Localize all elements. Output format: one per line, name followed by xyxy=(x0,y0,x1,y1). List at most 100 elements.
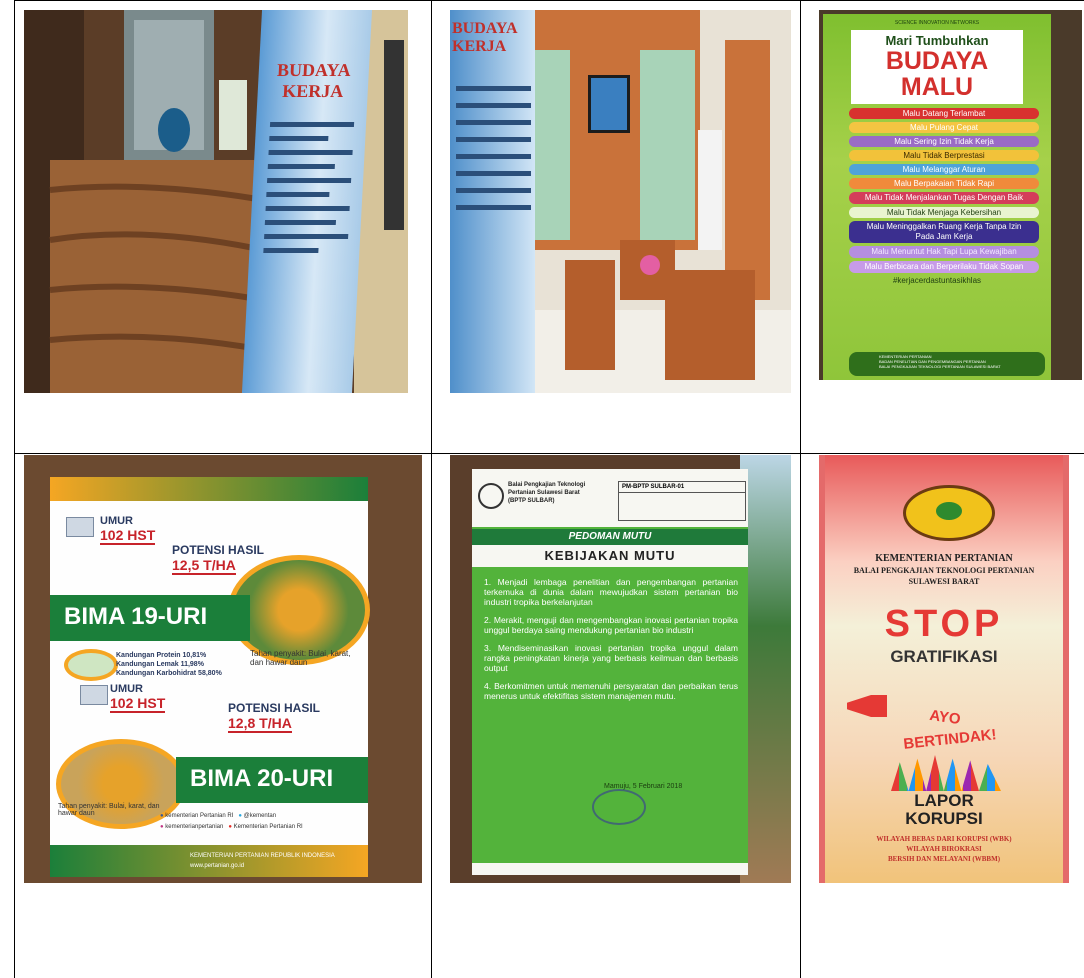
banner-footer: KEMENTERIAN PERTANIAN BADAN PENELITIAN D… xyxy=(849,352,1045,376)
banner-title-budaya: BUDAYA xyxy=(885,47,989,75)
stamp-seal xyxy=(592,789,646,825)
org-line2: BALAI PENGKAJIAN TEKNOLOGI PERTANIAN xyxy=(853,566,1035,575)
malu-item: Malu Datang Terlambat xyxy=(849,108,1039,119)
kandungan-icon xyxy=(64,649,118,681)
grid-line-col1 xyxy=(431,0,432,978)
mutu-point: 2. Merakit, menguji dan mengembangkan in… xyxy=(484,615,738,635)
ministry-logo xyxy=(903,485,995,541)
variety-band-2: BIMA 20-URI xyxy=(176,757,368,803)
budaya-kerja-banner-1: BUDAYA KERJA xyxy=(241,10,373,393)
org-line1: KEMENTERIAN PERTANIAN xyxy=(875,553,1013,564)
umur-icon xyxy=(66,517,94,537)
banner-title-line1: BUDAYA xyxy=(452,20,518,37)
umur-value-2: 102 HST xyxy=(110,695,166,713)
mutu-point: 1. Menjadi lembaga penelitian dan pengem… xyxy=(484,577,738,607)
budaya-kerja-banner-2: BUDAYA KERJA xyxy=(450,10,535,393)
org-line3: SULAWESI BARAT xyxy=(908,577,980,586)
mutu-points: 1. Menjadi lembaga penelitian dan pengem… xyxy=(484,577,738,701)
logo-circle xyxy=(478,483,504,509)
banner-text-lines xyxy=(456,86,531,210)
mutu-banner: Balai Pengkajian Teknologi Pertanian Sul… xyxy=(472,469,748,875)
malu-item: Malu Tidak Menjalankan Tugas Dengan Baik xyxy=(849,192,1039,204)
malu-item: Malu Pulang Cepat xyxy=(849,122,1039,133)
photo-bima-corn: UMUR 102 HST POTENSI HASIL 12,5 T/HA BIM… xyxy=(24,455,422,883)
footer-line3: BALAI PENGKAJIAN TEKNOLOGI PERTANIAN SUL… xyxy=(879,364,1001,369)
malu-items-list: Malu Datang Terlambat Malu Pulang Cepat … xyxy=(849,108,1039,273)
grid-line-middle xyxy=(14,453,1084,454)
budaya-malu-banner: SCIENCE INNOVATION NETWORKS Mari Tumbuhk… xyxy=(823,14,1051,380)
grid-line-left xyxy=(14,0,15,978)
umur-label-2: UMUR xyxy=(110,683,143,695)
gratifikasi-banner: KEMENTERIAN PERTANIAN BALAI PENGKAJIAN T… xyxy=(825,455,1063,883)
mutu-title: KEBIJAKAN MUTU xyxy=(472,545,748,567)
mutu-header-white: Balai Pengkajian Teknologi Pertanian Sul… xyxy=(472,469,748,527)
potensi-value-1: 12,5 T/HA xyxy=(172,557,236,575)
malu-item: Malu Melanggar Aturan xyxy=(849,164,1039,175)
logo-leaf-icon xyxy=(936,502,962,520)
malu-item: Malu Tidak Berprestasi xyxy=(849,150,1039,161)
umur-label-1: UMUR xyxy=(100,515,133,527)
wbk-line3: BERSIH DAN MELAYANI (WBBM) xyxy=(887,855,1001,863)
mutu-point: 4. Berkomitmen untuk memenuhi persyarata… xyxy=(484,681,738,701)
malu-item: Malu Tidak Menjaga Kebersihan xyxy=(849,207,1039,218)
photo-reception-desk: BUDAYA KERJA xyxy=(24,10,408,393)
top-orange-stripe xyxy=(50,477,368,501)
banner-intro: Mari Tumbuhkan xyxy=(885,33,989,48)
pedoman-band: PEDOMAN MUTU xyxy=(472,529,748,545)
malu-item: Malu Sering Izin Tidak Kerja xyxy=(849,136,1039,147)
potensi-value-2: 12,8 T/HA xyxy=(228,715,292,733)
photo-grid: BUDAYA KERJA BUDAYA KERJA SCIENCE INNOVA… xyxy=(0,0,1084,978)
org-text: Balai Pengkajian Teknologi Pertanian Sul… xyxy=(508,482,586,504)
kandungan-list: Kandungan Protein 10,81% Kandungan Lemak… xyxy=(116,651,222,678)
potensi-label-2: POTENSI HASIL xyxy=(228,701,321,715)
variety-band-1: BIMA 19-URI xyxy=(50,595,250,641)
bottom-footer: KEMENTERIAN PERTANIAN REPUBLIK INDONESIA… xyxy=(50,845,368,877)
korupsi-text: KORUPSI xyxy=(905,809,983,828)
grid-line-top xyxy=(14,0,1084,1)
doc-code: PM-BPTP SULBAR-01 xyxy=(619,482,745,493)
banner-hashtag: #kerjacerdastuntasikhlas xyxy=(892,276,982,285)
kandungan-item: Kandungan Karbohidrat 58,80% xyxy=(116,670,222,677)
malu-item: Malu Berpakaian Tidak Rapi xyxy=(849,178,1039,189)
mutu-footer xyxy=(472,863,748,875)
social-facebook: ● kementerian Pertanian RI ● @kementan xyxy=(160,813,277,819)
footer-website: www.pertanian.go.id xyxy=(190,863,245,869)
kandungan-item: Kandungan Lemak 11,98% xyxy=(116,661,204,668)
megaphone-icon xyxy=(847,695,887,717)
malu-item: Malu Berbicara dan Berperilaku Tidak Sop… xyxy=(849,261,1039,273)
photo-stop-gratifikasi: KEMENTERIAN PERTANIAN BALAI PENGKAJIAN T… xyxy=(819,455,1069,883)
malu-item: Malu Menuntut Hak Tapi Lupa Kewajiban xyxy=(849,246,1039,258)
photo-lobby: BUDAYA KERJA xyxy=(450,10,791,393)
gratifikasi-text: GRATIFIKASI xyxy=(890,647,998,666)
banner-header-small: SCIENCE INNOVATION NETWORKS xyxy=(894,20,980,26)
doc-code-box: PM-BPTP SULBAR-01 xyxy=(618,481,746,521)
banner-white-box: Mari Tumbuhkan BUDAYA MALU xyxy=(851,30,1023,104)
bima-banner: UMUR 102 HST POTENSI HASIL 12,5 T/HA BIM… xyxy=(50,477,370,877)
photo-budaya-malu: SCIENCE INNOVATION NETWORKS Mari Tumbuhk… xyxy=(819,10,1082,380)
raised-hands-icon xyxy=(891,755,1001,791)
kandungan-item: Kandungan Protein 10,81% xyxy=(116,652,207,659)
wbk-line1: WILAYAH BEBAS DARI KORUPSI (WBK) xyxy=(876,835,1012,843)
variety-1: BIMA 19-URI xyxy=(64,603,208,630)
umur-icon-2 xyxy=(80,685,108,705)
photo-kebijakan-mutu: Balai Pengkajian Teknologi Pertanian Sul… xyxy=(450,455,791,883)
tahan-2: Tahan penyakit: Bulai, karat, dan hawar … xyxy=(58,803,160,817)
banner-text-lines xyxy=(263,122,355,253)
variety-2: BIMA 20-URI xyxy=(190,765,334,792)
malu-item: Malu Meninggalkan Ruang Kerja Tanpa Izin… xyxy=(849,221,1039,243)
social-block: ● kementerian Pertanian RI ● @kementan ●… xyxy=(160,811,303,833)
stop-text: STOP xyxy=(884,603,1004,645)
mutu-point: 3. Mendiseminasikan inovasi pertanian tr… xyxy=(484,643,738,673)
lapor-text: LAPOR xyxy=(914,791,974,810)
banner-title-line1: BUDAYA xyxy=(276,60,352,80)
footer-text: KEMENTERIAN PERTANIAN REPUBLIK INDONESIA xyxy=(190,853,335,859)
potensi-label-1: POTENSI HASIL xyxy=(172,543,265,557)
umur-value-1: 102 HST xyxy=(100,527,156,545)
banner-title-malu: MALU xyxy=(900,73,974,101)
tahan-1: Tahan penyakit: Bulai, karat, dan hawar … xyxy=(250,649,351,667)
banner-title-line2: KERJA xyxy=(452,38,507,55)
banner-title-line2: KERJA xyxy=(281,81,344,101)
grid-line-col2 xyxy=(800,0,801,978)
wbk-line2: WILAYAH BIROKRASI xyxy=(906,845,982,853)
social-instagram: ● kementerianpertanian ● Kementerian Per… xyxy=(160,824,303,830)
